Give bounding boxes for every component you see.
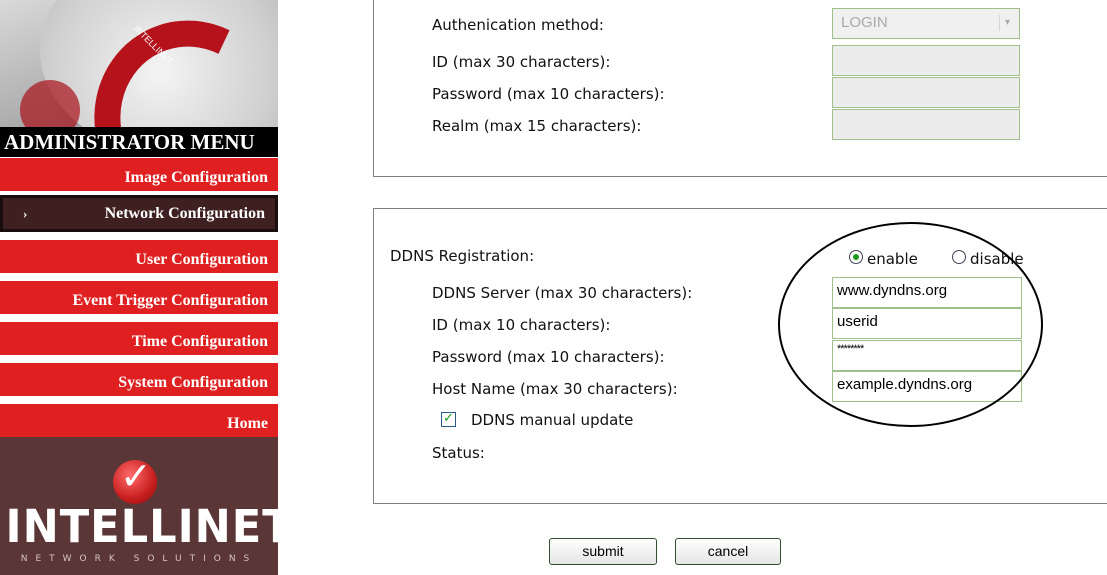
auth-password-field[interactable] [832,77,1020,108]
cancel-button[interactable]: cancel [675,538,781,565]
ddns-id-field[interactable]: userid [832,308,1022,339]
menu-item-time-configuration[interactable]: Time Configuration [0,322,278,359]
auth-realm-label: Realm (max 15 characters): [432,117,642,135]
ddns-server-field[interactable]: www.dyndns.org [832,277,1022,308]
menu-item-network-configuration[interactable]: › Network Configuration [0,195,278,232]
ddns-id-label: ID (max 10 characters): [432,316,611,334]
ddns-registration-label: DDNS Registration: [390,247,535,265]
menu-item-event-trigger-configuration[interactable]: Event Trigger Configuration [0,281,278,318]
menu-item-label: Event Trigger Configuration [72,292,268,309]
menu-item-label: System Configuration [118,374,268,391]
auth-id-field[interactable] [832,45,1020,76]
menu-item-image-configuration[interactable]: Image Configuration [0,158,278,195]
auth-method-value: LOGIN [841,14,888,31]
ddns-disable-label: disable [970,250,1024,268]
menu-item-label: User Configuration [135,251,268,268]
auth-method-label: Authenication method: [432,16,604,34]
ddns-host-label: Host Name (max 30 characters): [432,380,678,398]
ddns-password-field[interactable]: ******** [832,340,1022,371]
header-banner-image: INTELLINET [0,0,278,128]
chevron-down-icon: ▾ [999,15,1015,31]
ddns-server-label: DDNS Server (max 30 characters): [432,284,693,302]
auth-id-label: ID (max 30 characters): [432,53,611,71]
logo-tagline: NETWORK SOLUTIONS [20,554,258,564]
ddns-host-field[interactable]: example.dyndns.org [832,371,1022,402]
auth-realm-field[interactable] [832,109,1020,140]
ddns-manual-update-checkbox[interactable]: ✓ [441,412,456,427]
menu-item-label: Image Configuration [124,169,268,186]
ddns-status-label: Status: [432,444,485,462]
ddns-enable-label: enable [867,250,918,268]
sidebar: INTELLINET ADMINISTRATOR MENU Image Conf… [0,0,293,575]
ddns-enable-radio[interactable] [849,250,863,264]
active-arrow-icon: › [23,206,28,221]
ddns-password-label: Password (max 10 characters): [432,348,665,366]
menu-item-user-configuration[interactable]: User Configuration [0,240,278,277]
logo-wordmark: INTELLINET [5,500,293,553]
menu-item-label: Time Configuration [131,333,268,350]
auth-password-label: Password (max 10 characters): [432,85,665,103]
menu-item-label: Network Configuration [104,205,265,222]
ddns-manual-update-label: DDNS manual update [471,411,634,429]
submit-button[interactable]: submit [549,538,657,565]
auth-method-select[interactable]: LOGIN ▾ [832,8,1020,39]
menu-item-home[interactable]: Home [0,404,278,441]
checkmark-icon: ✓ [120,454,152,498]
ddns-disable-radio[interactable] [952,250,966,264]
menu-item-system-configuration[interactable]: System Configuration [0,363,278,400]
admin-menu-title: ADMINISTRATOR MENU [0,127,278,157]
menu-item-label: Home [227,415,268,432]
